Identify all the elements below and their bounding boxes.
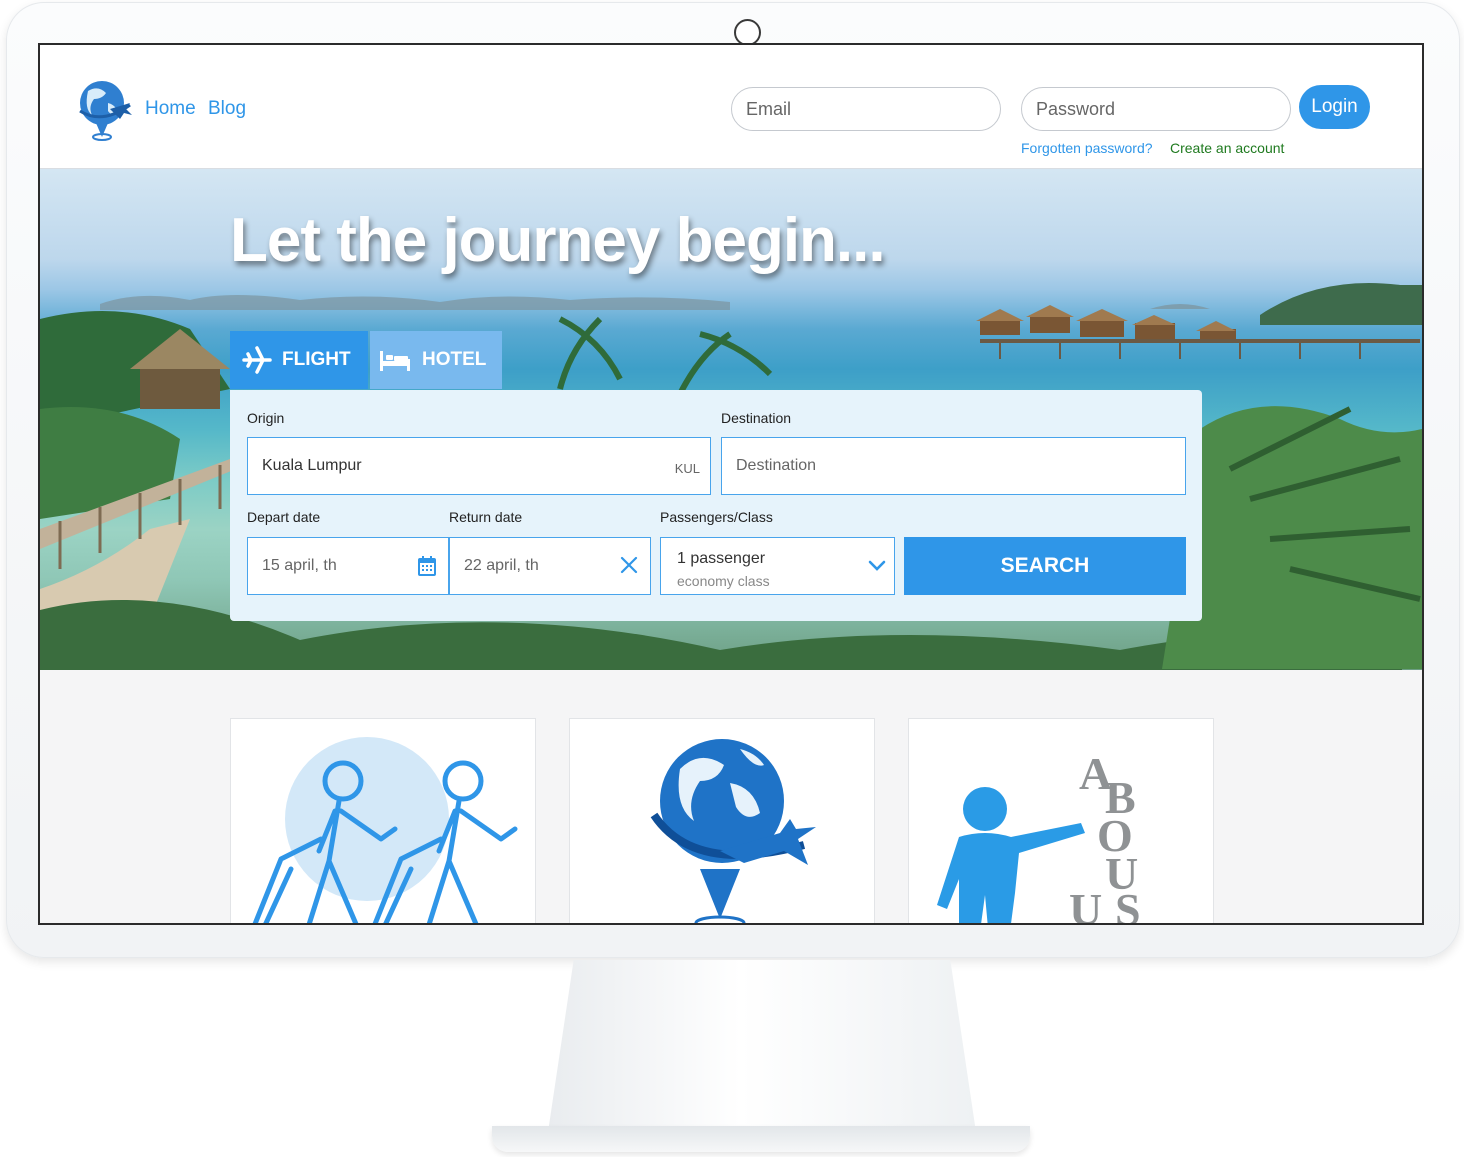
hero-banner: Let the journey begin... FLIGHT HOTEL Or… <box>40 169 1422 670</box>
svg-text:S: S <box>1115 884 1141 925</box>
cabin-class: economy class <box>677 573 770 589</box>
svg-text:U: U <box>1069 884 1102 925</box>
passenger-count: 1 passenger <box>677 550 766 567</box>
chevron-down-icon <box>868 560 886 571</box>
globe-logo-icon[interactable] <box>74 73 136 141</box>
monitor-stand-base <box>492 1126 1030 1152</box>
return-date-label: Return date <box>449 509 523 525</box>
password-input[interactable] <box>1021 87 1291 131</box>
feature-card-travelers[interactable] <box>230 718 536 923</box>
destination-label: Destination <box>721 410 792 426</box>
create-account-link[interactable]: Create an account <box>1170 140 1284 156</box>
feature-card-destinations[interactable] <box>569 718 875 923</box>
airplane-icon <box>242 346 272 374</box>
flight-search-form: Origin Kuala Lumpur KUL Destination Dest… <box>230 390 1202 621</box>
travelers-icon <box>252 737 518 923</box>
origin-input[interactable]: Kuala Lumpur KUL <box>247 437 711 495</box>
tab-hotel[interactable]: HOTEL <box>370 331 502 389</box>
globe-plane-icon <box>650 739 816 923</box>
origin-value: Kuala Lumpur <box>262 457 362 474</box>
nav-blog-link[interactable]: Blog <box>208 98 246 120</box>
browser-screen: Home Blog Login Forgotten password? Crea… <box>38 43 1424 925</box>
origin-label: Origin <box>247 410 285 426</box>
monitor-stand <box>548 960 976 1132</box>
tab-flight-label: FLIGHT <box>282 349 351 370</box>
camera-icon <box>734 19 761 46</box>
return-date-input[interactable]: 22 april, th <box>449 537 651 595</box>
tab-flight[interactable]: FLIGHT <box>230 331 368 389</box>
close-icon[interactable] <box>620 556 638 574</box>
search-button[interactable]: SEARCH <box>904 537 1186 595</box>
nav-home-link[interactable]: Home <box>145 98 196 120</box>
feature-card-about-us[interactable]: A B O U U S <box>908 718 1214 925</box>
depart-date-value: 15 april, th <box>262 557 337 574</box>
about-us-icon: A B O U U S <box>937 748 1141 925</box>
site-header: Home Blog Login Forgotten password? Crea… <box>40 45 1422 169</box>
depart-date-input[interactable]: 15 april, th <box>247 537 449 595</box>
passengers-class-select[interactable]: 1 passenger economy class <box>660 537 895 595</box>
email-input[interactable] <box>731 87 1001 131</box>
depart-date-label: Depart date <box>247 509 321 525</box>
destination-placeholder: Destination <box>736 457 817 474</box>
bed-icon <box>380 351 410 371</box>
hero-title: Let the journey begin... <box>230 206 886 275</box>
return-date-value: 22 april, th <box>464 557 539 574</box>
tab-hotel-label: HOTEL <box>422 349 487 370</box>
destination-input[interactable]: Destination <box>721 437 1186 495</box>
passengers-class-label: Passengers/Class <box>660 509 773 525</box>
login-button[interactable]: Login <box>1299 85 1370 129</box>
calendar-icon[interactable] <box>418 556 436 576</box>
forgot-password-link[interactable]: Forgotten password? <box>1021 140 1153 156</box>
origin-code: KUL <box>674 461 700 476</box>
